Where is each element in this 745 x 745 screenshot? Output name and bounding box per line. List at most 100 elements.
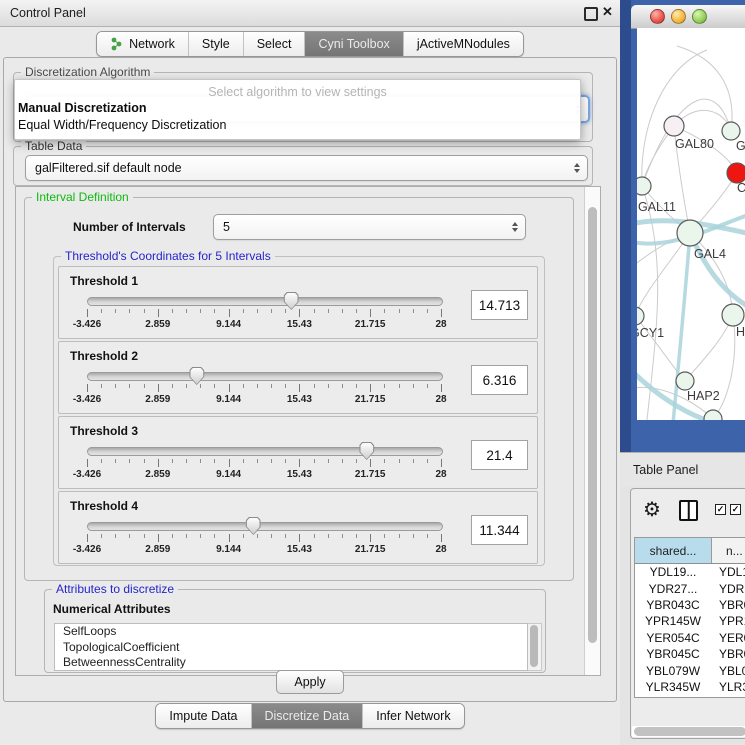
slider-tick-labels: -3.4262.8599.14415.4321.71528	[87, 319, 441, 331]
bottom-tab-discretize-data[interactable]: Discretize Data	[252, 704, 364, 728]
slider-handle[interactable]	[284, 292, 299, 310]
threshold-row-2: Threshold 2-3.4262.8599.14415.4321.71528…	[58, 341, 538, 414]
network-node-gcy1[interactable]	[637, 307, 644, 325]
table-row[interactable]: YPR145WYPR1	[635, 613, 745, 629]
network-window-titlebar	[631, 5, 745, 29]
close-traffic-light-icon[interactable]	[650, 9, 665, 24]
table-cell: YIL052C	[635, 696, 711, 698]
tab-label: jActiveMNodules	[417, 37, 510, 51]
combo-steppers-icon	[574, 163, 580, 173]
scrollpane-vertical-scrollbar[interactable]	[584, 187, 600, 675]
apply-button[interactable]: Apply	[276, 670, 344, 694]
threshold-row-3: Threshold 3 -3.4262.8599.14415.4321.71528…	[58, 416, 538, 489]
threshold-label: Threshold 3	[70, 424, 138, 438]
popup-option-equal-width[interactable]: Equal Width/Frequency Discretization	[18, 118, 226, 132]
slider-handle[interactable]	[359, 442, 374, 460]
network-node-gal11[interactable]	[637, 177, 651, 195]
network-node-gal80[interactable]	[664, 116, 684, 136]
table-cell: YDR27...	[635, 582, 711, 596]
network-node-hap2[interactable]	[676, 372, 694, 390]
group-title: Threshold's Coordinates for 5 Intervals	[61, 249, 275, 263]
threshold-slider[interactable]: -3.4262.8599.14415.4321.71528	[87, 447, 441, 483]
attribute-list-item[interactable]: SelfLoops	[55, 624, 527, 640]
slider-handle[interactable]	[189, 367, 204, 385]
attributes-list-scrollbar[interactable]	[528, 623, 542, 671]
top-tab-jactivemnodules[interactable]: jActiveMNodules	[404, 32, 523, 56]
control-panel-titlebar: Control Panel ✕	[0, 0, 620, 27]
network-node-ga[interactable]	[722, 122, 740, 140]
top-tab-network[interactable]: Network	[97, 32, 189, 56]
top-tab-select[interactable]: Select	[244, 32, 306, 56]
table-row[interactable]: YLR345WYLR3	[635, 679, 745, 695]
table-row[interactable]: YBL079WYBL0	[635, 662, 745, 678]
table-row[interactable]: YER054CYER0	[635, 630, 745, 646]
table-row[interactable]: YIL052CYIL0	[635, 695, 745, 698]
top-tab-style[interactable]: Style	[189, 32, 244, 56]
network-node-h[interactable]	[722, 304, 744, 326]
attribute-list-item[interactable]: BetweennessCentrality	[55, 655, 527, 671]
slider-ticks	[87, 384, 441, 392]
close-icon[interactable]: ✕	[602, 4, 613, 20]
checkbox-icon[interactable]: ✓	[730, 504, 741, 515]
tab-label: Network	[129, 37, 175, 51]
threshold-row-1: Threshold 1 -3.4262.8599.14415.4321.71528…	[58, 266, 538, 339]
attribute-list-item[interactable]: TopologicalCoefficient	[55, 640, 527, 656]
node-label: C	[737, 181, 745, 195]
table-cell: YDR2	[711, 582, 745, 596]
threshold-slider[interactable]: -3.4262.8599.14415.4321.71528	[87, 522, 441, 558]
network-canvas[interactable]: GAL80GACGAL11GAL4GCY1HHAP2	[637, 28, 745, 420]
columns-icon[interactable]	[679, 500, 698, 521]
threshold-value-field[interactable]: 14.713	[471, 290, 528, 320]
table-row[interactable]: YDR27...YDR2	[635, 580, 745, 596]
number-of-intervals-combobox[interactable]: 5	[213, 214, 526, 240]
bottom-tab-impute-data[interactable]: Impute Data	[156, 704, 251, 728]
threshold-rows: Threshold 1 -3.4262.8599.14415.4321.71528…	[58, 266, 538, 566]
table-row[interactable]: YBR045CYBR0	[635, 646, 745, 662]
slider-tick-labels: -3.4262.8599.14415.4321.71528	[87, 469, 441, 481]
minimize-traffic-light-icon[interactable]	[671, 9, 686, 24]
bottom-tab-infer-network[interactable]: Infer Network	[363, 704, 463, 728]
slider-handle[interactable]	[246, 517, 261, 535]
table-row[interactable]: YDL19...YDL1	[635, 564, 745, 580]
threshold-value-field[interactable]: 21.4	[471, 440, 528, 470]
table-data-group: Table Data galFiltered.sif default node	[13, 146, 593, 186]
table-horizontal-scrollbar[interactable]	[632, 726, 745, 737]
node-label: GA	[736, 139, 745, 153]
top-tab-cyni-toolbox[interactable]: Cyni Toolbox	[305, 32, 403, 56]
bottom-tab-bar: Impute DataDiscretize DataInfer Network	[0, 703, 620, 729]
slider-track[interactable]	[87, 297, 443, 306]
checkbox-icon[interactable]: ✓	[715, 504, 726, 515]
column-header-2[interactable]: n...	[712, 538, 745, 563]
slider-track[interactable]	[87, 522, 443, 531]
right-column: GAL80GACGAL11GAL4GCY1HHAP2 Table Panel ⚙…	[620, 0, 745, 745]
threshold-value-field[interactable]: 11.344	[471, 515, 528, 545]
network-node-gal4[interactable]	[677, 220, 703, 246]
network-node-c[interactable]	[727, 163, 745, 183]
table-cell: YLR345W	[635, 680, 711, 694]
threshold-slider[interactable]: -3.4262.8599.14415.4321.71528	[87, 372, 441, 408]
network-edge[interactable]	[685, 315, 733, 381]
table-cell: YBR0	[711, 647, 745, 661]
network-edge-thick[interactable]	[690, 233, 745, 308]
table-cell: YER0	[711, 631, 745, 645]
slider-track[interactable]	[87, 372, 443, 381]
threshold-value-field[interactable]: 6.316	[471, 365, 528, 395]
numerical-attributes-list[interactable]: SelfLoopsTopologicalCoefficientBetweenne…	[54, 623, 528, 671]
zoom-traffic-light-icon[interactable]	[692, 9, 707, 24]
table-data-combobox[interactable]: galFiltered.sif default node	[25, 155, 588, 181]
node-attribute-table[interactable]: shared...n...YDL19...YDL1YDR27...YDR2YBR…	[634, 537, 745, 698]
network-node[interactable]	[704, 410, 722, 420]
column-header-1[interactable]: shared...	[635, 538, 712, 563]
table-cell: YDL19...	[635, 565, 711, 579]
threshold-label: Threshold 1	[70, 274, 138, 288]
float-window-icon[interactable]	[584, 7, 598, 21]
network-edge[interactable]	[713, 315, 735, 419]
gear-icon[interactable]: ⚙	[643, 497, 661, 522]
threshold-row-4: Threshold 4-3.4262.8599.14415.4321.71528…	[58, 491, 538, 564]
node-label: H	[736, 325, 745, 339]
threshold-slider[interactable]: -3.4262.8599.14415.4321.71528	[87, 297, 441, 333]
table-row[interactable]: YBR043CYBR0	[635, 597, 745, 613]
popup-option-manual-discretization[interactable]: Manual Discretization	[18, 101, 147, 115]
slider-tick-labels: -3.4262.8599.14415.4321.71528	[87, 394, 441, 406]
slider-track[interactable]	[87, 447, 443, 456]
